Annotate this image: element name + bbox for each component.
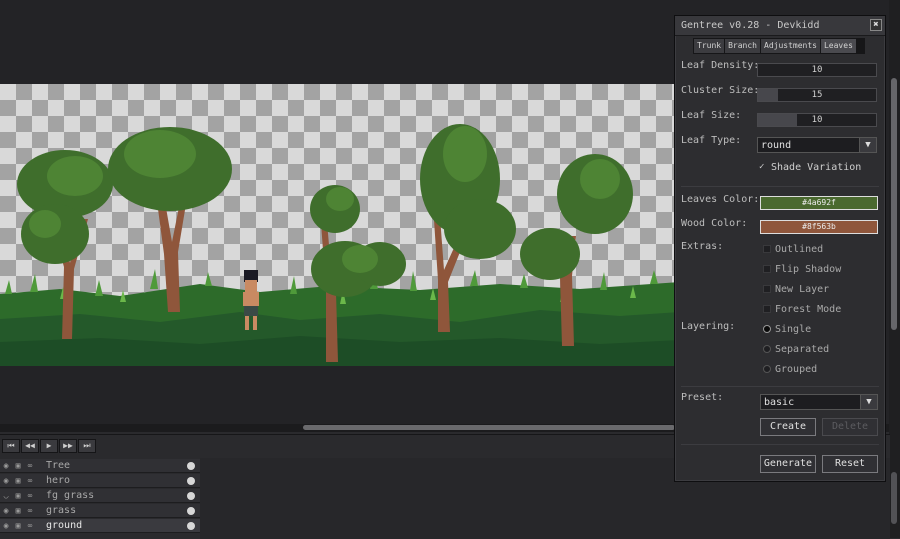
app-window: ⏮ ◀◀ ▶ ▶▶ ⏭ 1 ◉ ▣ ∞ Tree ◉ ▣ ∞ hero ◡ ▣ …: [0, 0, 900, 539]
shade-variation-label: Shade Variation: [771, 162, 862, 173]
leaves-color-label: Leaves Color:: [681, 194, 760, 205]
cluster-size-label: Cluster Size:: [681, 85, 760, 96]
preset-label: Preset:: [681, 392, 724, 403]
lock-icon[interactable]: ▣: [12, 520, 24, 532]
previous-frame-button[interactable]: ◀◀: [21, 439, 39, 453]
tab-bar: Trunk Branch Adjustments Leaves: [693, 38, 865, 54]
play-button[interactable]: ▶: [40, 439, 58, 453]
radio-dot[interactable]: [763, 345, 771, 353]
checkmark-icon: ✓: [759, 162, 765, 172]
divider: [681, 444, 879, 445]
layer-name: ground: [46, 520, 83, 531]
link-icon[interactable]: ∞: [24, 505, 36, 517]
lock-icon[interactable]: ▣: [12, 505, 24, 517]
vertical-scrollbar[interactable]: [889, 0, 900, 538]
delete-button[interactable]: Delete: [822, 418, 878, 436]
link-icon[interactable]: ∞: [24, 520, 36, 532]
cel-dot[interactable]: [187, 507, 195, 515]
leaves-color-swatch[interactable]: #4a692f: [760, 196, 878, 210]
create-button[interactable]: Create: [760, 418, 816, 436]
lock-icon[interactable]: ▣: [12, 490, 24, 502]
tab-adjustments[interactable]: Adjustments: [761, 39, 820, 53]
divider: [681, 186, 879, 187]
dialog-title: Gentree v0.28 - Devkidd: [681, 20, 820, 31]
gentree-dialog: Gentree v0.28 - Devkidd ✖ Trunk Branch A…: [674, 15, 886, 482]
eye-icon[interactable]: ◉: [0, 505, 12, 517]
leaf-density-slider[interactable]: 10: [757, 63, 877, 77]
link-icon[interactable]: ∞: [24, 490, 36, 502]
layer-name: Tree: [46, 460, 71, 471]
last-frame-button[interactable]: ⏭: [78, 439, 96, 453]
tab-leaves[interactable]: Leaves: [820, 39, 856, 53]
forest-scene-image: [0, 124, 680, 366]
horizontal-scroll-thumb[interactable]: [303, 425, 675, 430]
leaf-size-label: Leaf Size:: [681, 110, 742, 121]
eye-icon[interactable]: ◉: [0, 520, 12, 532]
checkbox-box[interactable]: [763, 285, 771, 293]
checkbox-box[interactable]: [763, 305, 771, 313]
layering-label: Layering:: [681, 321, 736, 332]
option-label: Flip Shadow: [775, 264, 842, 275]
layer-row[interactable]: ◉ ▣ ∞ grass: [0, 504, 200, 518]
timeline-scroll-thumb[interactable]: [891, 472, 897, 524]
cel-dot[interactable]: [187, 477, 195, 485]
eye-icon[interactable]: ◉: [0, 460, 12, 472]
layer-name: fg grass: [46, 490, 95, 501]
sprite-canvas[interactable]: [0, 84, 680, 366]
leaf-type-label: Leaf Type:: [681, 135, 742, 146]
radio-dot[interactable]: [763, 365, 771, 373]
link-icon[interactable]: ∞: [24, 460, 36, 472]
link-icon[interactable]: ∞: [24, 475, 36, 487]
option-label: Outlined: [775, 244, 824, 255]
leaf-type-select[interactable]: round ▼: [757, 137, 877, 153]
lock-icon[interactable]: ▣: [12, 460, 24, 472]
leaf-size-slider[interactable]: 10: [757, 113, 877, 127]
layer-row[interactable]: ◡ ▣ ∞ fg grass: [0, 489, 200, 503]
layer-row[interactable]: ◉ ▣ ∞ hero: [0, 474, 200, 488]
checkbox-box[interactable]: [763, 245, 771, 253]
lock-icon[interactable]: ▣: [12, 475, 24, 487]
option-label: Forest Mode: [775, 304, 842, 315]
layer-list: ◉ ▣ ∞ Tree ◉ ▣ ∞ hero ◡ ▣ ∞ fg grass ◉ ▣…: [0, 459, 200, 538]
select-value: round: [761, 140, 792, 151]
generate-button[interactable]: Generate: [760, 455, 816, 473]
preset-select[interactable]: basic ▼: [760, 394, 878, 410]
select-value: basic: [764, 397, 795, 408]
cluster-size-slider[interactable]: 15: [757, 88, 877, 102]
cel-dot[interactable]: [187, 462, 195, 470]
wood-color-swatch[interactable]: #8f563b: [760, 220, 878, 234]
option-label: Grouped: [775, 364, 818, 375]
eye-icon[interactable]: ◉: [0, 475, 12, 487]
slider-value: 10: [811, 115, 823, 125]
next-frame-button[interactable]: ▶▶: [59, 439, 77, 453]
option-label: Single: [775, 324, 812, 335]
leaf-density-label: Leaf Density:: [681, 60, 760, 71]
tab-trunk[interactable]: Trunk: [694, 39, 725, 53]
option-label: New Layer: [775, 284, 830, 295]
dialog-titlebar[interactable]: Gentree v0.28 - Devkidd ✖: [675, 16, 885, 36]
divider: [681, 386, 879, 387]
layer-name: grass: [46, 505, 77, 516]
chevron-down-icon[interactable]: ▼: [860, 395, 877, 409]
chevron-down-icon[interactable]: ▼: [859, 138, 876, 152]
radio-dot[interactable]: [763, 325, 771, 333]
reset-button[interactable]: Reset: [822, 455, 878, 473]
eye-icon[interactable]: ◡: [0, 490, 12, 502]
layer-name: hero: [46, 475, 71, 486]
cel-dot[interactable]: [187, 492, 195, 500]
cel-dot[interactable]: [187, 522, 195, 530]
extras-label: Extras:: [681, 241, 724, 252]
close-icon[interactable]: ✖: [870, 19, 882, 31]
tab-branch[interactable]: Branch: [725, 39, 760, 53]
wood-color-label: Wood Color:: [681, 218, 748, 229]
option-label: Separated: [775, 344, 830, 355]
vertical-scroll-thumb[interactable]: [891, 78, 897, 330]
slider-value: 10: [811, 65, 823, 75]
layer-row[interactable]: ◉ ▣ ∞ Tree: [0, 459, 200, 473]
checkbox-box[interactable]: [763, 265, 771, 273]
layer-row-selected[interactable]: ◉ ▣ ∞ ground: [0, 519, 200, 533]
first-frame-button[interactable]: ⏮: [2, 439, 20, 453]
slider-value: 15: [811, 90, 823, 100]
